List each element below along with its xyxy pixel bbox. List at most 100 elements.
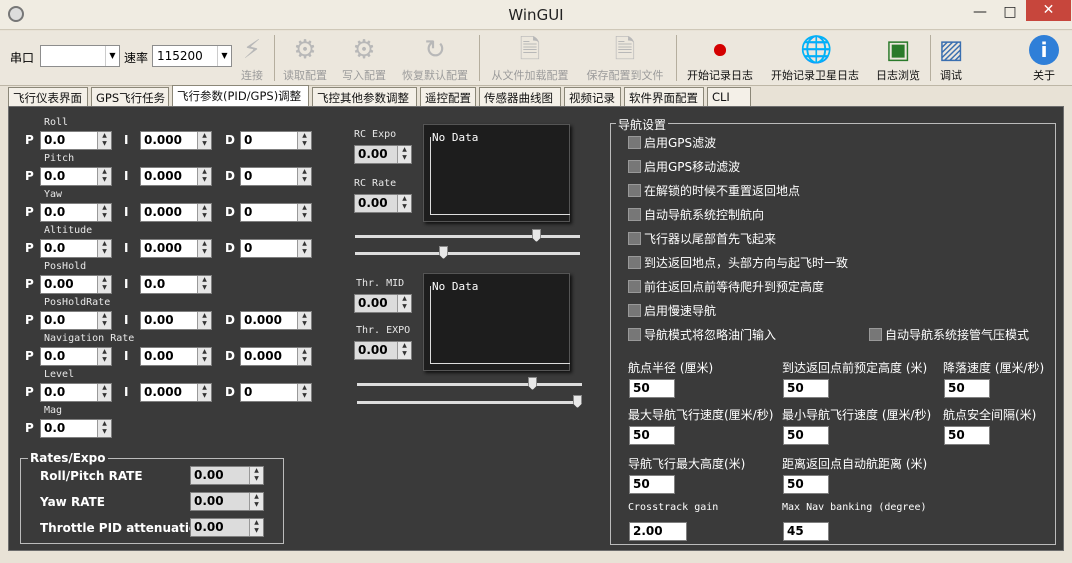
spinner-arrows-icon: ▲ ▼: [397, 195, 411, 212]
pid-yaw-i-input[interactable]: 0.000 ▲ ▼: [140, 203, 212, 222]
nav-checkbox-4[interactable]: 飞行器以尾部首先飞起来: [628, 230, 776, 247]
p-label: P: [25, 133, 34, 147]
nav-field-input-1[interactable]: 50: [783, 379, 829, 398]
pid-altitude-d-input[interactable]: 0 ▲ ▼: [240, 239, 312, 258]
load-from-file-button[interactable]: 🗎 从文件加载配置: [484, 31, 576, 86]
read-config-button[interactable]: ⚙ 读取配置: [277, 31, 333, 86]
pid-row-label-mag: Mag: [44, 405, 63, 416]
spinner-arrows-icon: ▲ ▼: [97, 168, 111, 185]
pid-posholdrate-i-input[interactable]: 0.00 ▲ ▼: [140, 311, 212, 330]
nav-field-label-5: 航点安全间隔(米): [943, 408, 1037, 422]
spinner-arrows-icon: ▲ ▼: [397, 295, 411, 312]
rc-rate-input[interactable]: 0.00 ▲ ▼: [354, 194, 412, 213]
tab-gps-mission[interactable]: GPS飞行任务: [91, 87, 169, 106]
nav-field-input-5[interactable]: 50: [944, 426, 990, 445]
pid-navrate-i-input[interactable]: 0.00 ▲ ▼: [140, 347, 212, 366]
nav-checkbox-6[interactable]: 前往返回点前等待爬升到预定高度: [628, 278, 824, 295]
tab-flight-instruments[interactable]: 飞行仪表界面: [8, 87, 88, 106]
rates-title: Rates/Expo: [28, 451, 108, 465]
thr-mid-slider[interactable]: [357, 377, 582, 390]
nav-checkbox-0[interactable]: 启用GPS滤波: [628, 134, 716, 151]
nav-checkbox-3[interactable]: 自动导航系统控制航向: [628, 206, 764, 223]
pid-row-label-altitude: Altitude: [44, 225, 93, 236]
about-button[interactable]: i 关于: [1028, 31, 1060, 86]
yaw-rate-input[interactable]: 0.00 ▲ ▼: [190, 492, 264, 511]
pid-level-i-input[interactable]: 0.000 ▲ ▼: [140, 383, 212, 402]
nav-checkbox-5[interactable]: 到达返回地点，头部方向与起飞时一致: [628, 254, 848, 271]
pid-row-label-poshold: PosHold: [44, 261, 87, 272]
connect-button[interactable]: ⚡ 连接: [234, 31, 270, 86]
tab-ui-config[interactable]: 软件界面配置: [624, 87, 704, 106]
pid-yaw-p-input[interactable]: 0.0 ▲ ▼: [40, 203, 112, 222]
nav-field-input-6[interactable]: 50: [629, 475, 675, 494]
pid-posholdrate-d-input[interactable]: 0.000 ▲ ▼: [240, 311, 312, 330]
tab-video-record[interactable]: 视频记录: [564, 87, 621, 106]
pid-altitude-i-input[interactable]: 0.000 ▲ ▼: [140, 239, 212, 258]
rc-rate-slider[interactable]: [355, 246, 580, 259]
save-to-file-button[interactable]: 🗎 保存配置到文件: [580, 31, 670, 86]
pid-level-d-input[interactable]: 0 ▲ ▼: [240, 383, 312, 402]
pid-mag-p-input[interactable]: 0.0 ▲ ▼: [40, 419, 112, 438]
p-label: P: [25, 385, 34, 399]
baud-rate-select[interactable]: 115200 ▼: [152, 45, 232, 67]
nav-checkbox-8[interactable]: 导航模式将忽略油门输入: [628, 326, 776, 343]
nav-field-input-0[interactable]: 50: [629, 379, 675, 398]
tab-pid-gps-tuning[interactable]: 飞行参数(PID/GPS)调整: [172, 85, 309, 106]
serial-port-select[interactable]: ▼: [40, 45, 120, 67]
throttle-pid-attenuation-input[interactable]: 0.00 ▲ ▼: [190, 518, 264, 537]
log-browser-button[interactable]: ▣ 日志浏览: [870, 31, 926, 86]
separator: [930, 35, 931, 81]
write-config-button[interactable]: ⚙ 写入配置: [336, 31, 392, 86]
restore-defaults-button[interactable]: ↻ 恢复默认配置: [396, 31, 474, 86]
rc-expo-slider[interactable]: [355, 229, 580, 242]
nav-field-input-4[interactable]: 50: [783, 426, 829, 445]
thr-expo-slider[interactable]: [357, 395, 582, 408]
tab-other-params[interactable]: 飞控其他参数调整: [312, 87, 417, 106]
pid-roll-i-input[interactable]: 0.000 ▲ ▼: [140, 131, 212, 150]
tab-sensor-graphs[interactable]: 传感器曲线图: [479, 87, 561, 106]
nav-checkbox-7[interactable]: 启用慢速导航: [628, 302, 716, 319]
spinner-arrows-icon: ▲ ▼: [97, 420, 111, 437]
nav-checkbox-1[interactable]: 启用GPS移动滤波: [628, 158, 740, 175]
close-button[interactable]: ✕: [1026, 0, 1071, 21]
pid-pitch-d-input[interactable]: 0 ▲ ▼: [240, 167, 312, 186]
start-sat-log-button[interactable]: 🌐 开始记录卫星日志: [764, 31, 866, 86]
nav-field-input-9[interactable]: 45: [783, 522, 829, 541]
nav-checkbox-baro[interactable]: 自动导航系统接管气压模式: [869, 326, 1029, 343]
nav-field-input-8[interactable]: 2.00: [629, 522, 687, 541]
pid-altitude-p-input[interactable]: 0.0 ▲ ▼: [40, 239, 112, 258]
spinner-arrows-icon: ▲ ▼: [197, 168, 211, 185]
pid-navrate-p-input[interactable]: 0.0 ▲ ▼: [40, 347, 112, 366]
spinner-arrows-icon: ▲ ▼: [97, 348, 111, 365]
nav-field-input-3[interactable]: 50: [629, 426, 675, 445]
thr-mid-input[interactable]: 0.00 ▲ ▼: [354, 294, 412, 313]
checkbox-icon: [628, 304, 641, 317]
pid-pitch-i-input[interactable]: 0.000 ▲ ▼: [140, 167, 212, 186]
pid-level-p-input[interactable]: 0.0 ▲ ▼: [40, 383, 112, 402]
nav-checkbox-2[interactable]: 在解锁的时候不重置返回地点: [628, 182, 800, 199]
pid-posholdrate-p-input[interactable]: 0.0 ▲ ▼: [40, 311, 112, 330]
spinner-arrows-icon: ▲ ▼: [97, 240, 111, 257]
i-label: I: [124, 241, 129, 255]
minimize-button[interactable]: —: [965, 2, 995, 22]
tab-cli[interactable]: CLI: [707, 87, 751, 106]
pid-poshold-i-input[interactable]: 0.0 ▲ ▼: [140, 275, 212, 294]
thr-expo-input[interactable]: 0.00 ▲ ▼: [354, 341, 412, 360]
pid-navrate-d-input[interactable]: 0.000 ▲ ▼: [240, 347, 312, 366]
nav-field-input-2[interactable]: 50: [944, 379, 990, 398]
rc-expo-input[interactable]: 0.00 ▲ ▼: [354, 145, 412, 164]
nav-settings-title: 导航设置: [616, 116, 669, 133]
pid-poshold-p-input[interactable]: 0.00 ▲ ▼: [40, 275, 112, 294]
pid-roll-p-input[interactable]: 0.0 ▲ ▼: [40, 131, 112, 150]
spinner-arrows-icon: ▲ ▼: [197, 384, 211, 401]
start-log-button[interactable]: ⏺ 开始记录日志: [681, 31, 759, 86]
pid-yaw-d-input[interactable]: 0 ▲ ▼: [240, 203, 312, 222]
tab-rc-config[interactable]: 遥控配置: [420, 87, 476, 106]
pid-pitch-p-input[interactable]: 0.0 ▲ ▼: [40, 167, 112, 186]
roll-pitch-rate-input[interactable]: 0.00 ▲ ▼: [190, 466, 264, 485]
pid-roll-d-input[interactable]: 0 ▲ ▼: [240, 131, 312, 150]
maximize-button[interactable]: □: [995, 2, 1025, 22]
debug-button[interactable]: ▨ 调试: [934, 31, 968, 86]
nav-field-input-7[interactable]: 50: [783, 475, 829, 494]
spinner-arrows-icon: ▲ ▼: [197, 348, 211, 365]
